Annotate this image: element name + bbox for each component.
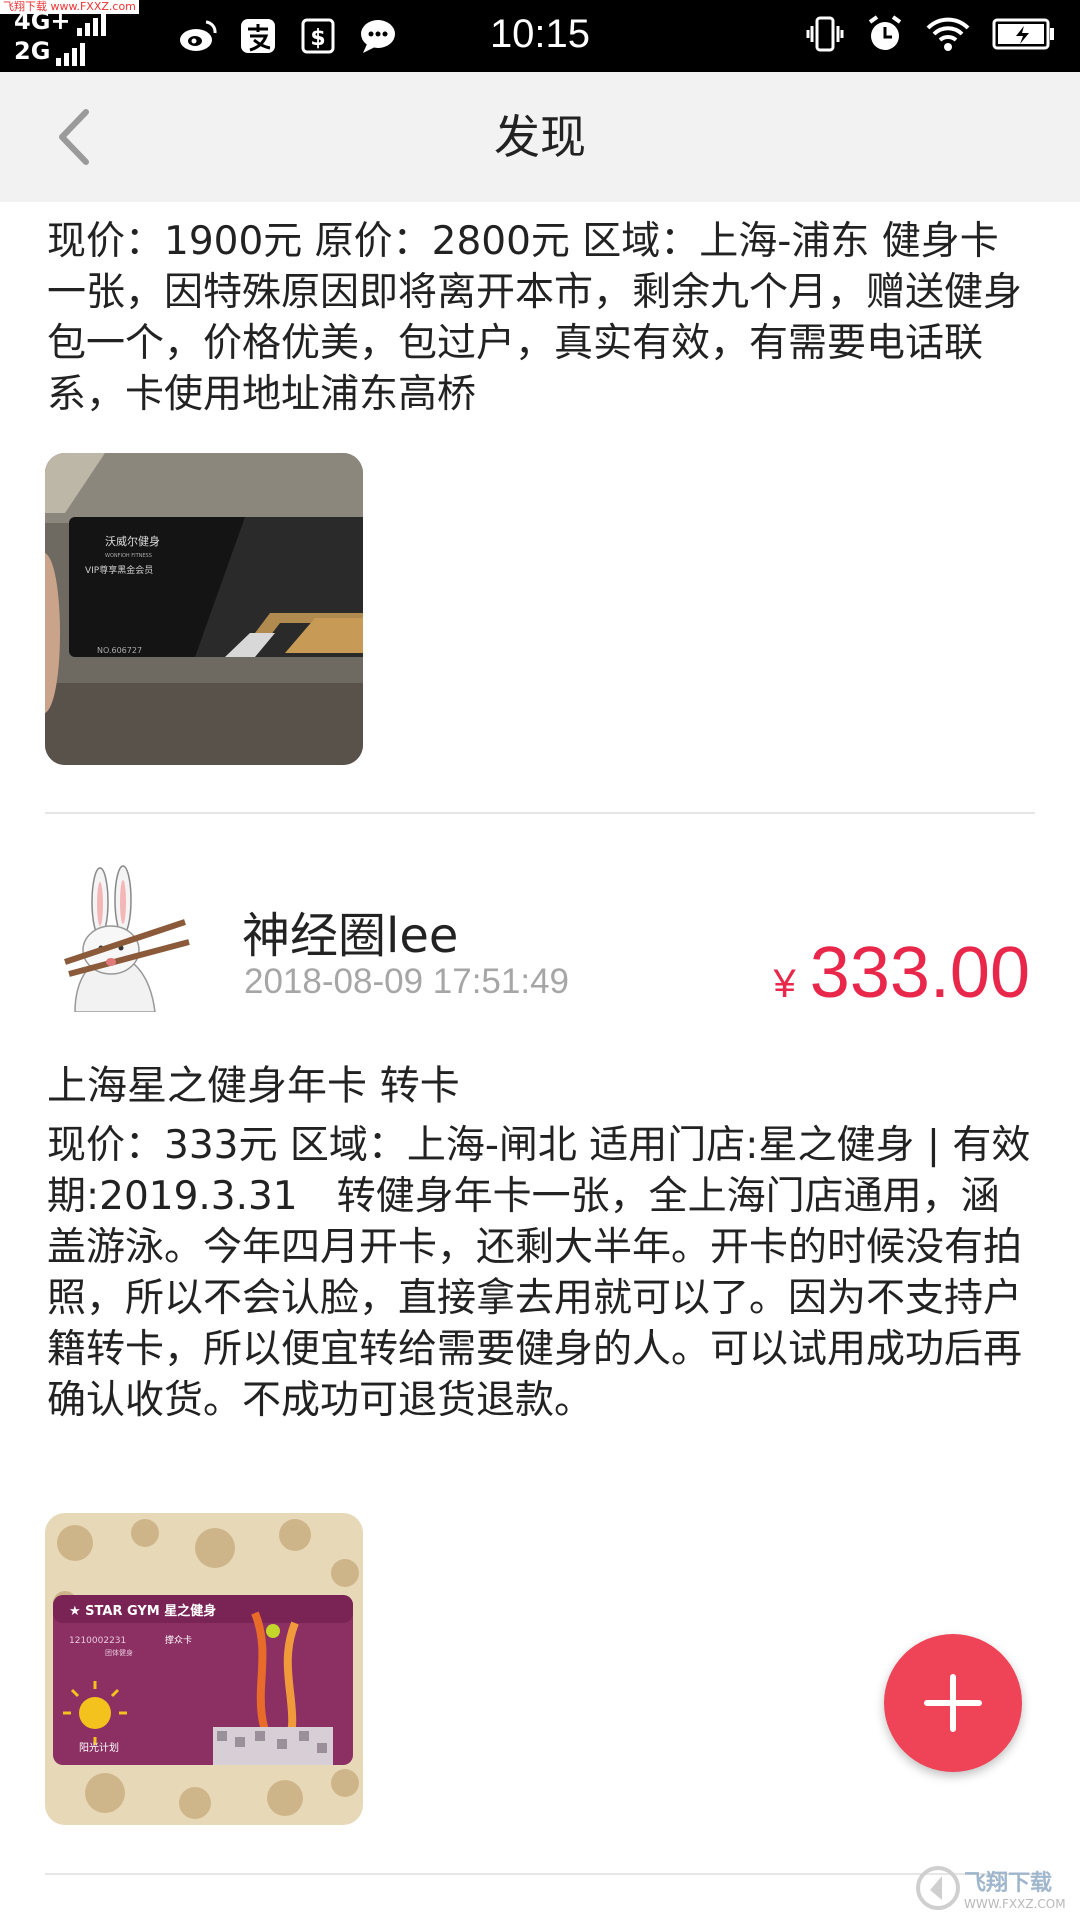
card-number: NO.606727 <box>97 646 142 655</box>
card-brand: 沃威尔健身 <box>105 534 160 548</box>
post-description: 现价：1900元 原价：2800元 区域：上海-浦东 健身卡一张，因特殊原因即将… <box>47 219 1023 417</box>
card-brand: ★ STAR GYM 星之健身 <box>69 1603 216 1619</box>
card-tier: VIP尊享黑金会员 <box>85 564 153 576</box>
user-name: 神经圈lee <box>242 908 459 964</box>
card-number: 1210002231 <box>69 1636 126 1646</box>
card-brand-en: WONFIOH FITNESS <box>105 553 152 559</box>
alarm-icon <box>866 14 904 58</box>
card-sub: 团体健身 <box>105 1648 133 1657</box>
post-divider <box>45 1873 1035 1875</box>
price-tag: ¥ 333.00 <box>774 932 1030 1014</box>
rabbit-avatar-image <box>45 862 195 1012</box>
add-post-button[interactable] <box>884 1634 1022 1772</box>
post-time: 2018-08-09 17:51:49 <box>244 962 569 1001</box>
card-type: 撑众卡 <box>165 1634 192 1646</box>
plus-icon <box>924 1674 982 1732</box>
post-image[interactable]: ★ STAR GYM 星之健身 1210002231 撑众卡 团体健身 阳光计划 <box>45 1513 363 1825</box>
vibrate-icon <box>806 14 844 58</box>
post-divider <box>45 812 1035 814</box>
watermark-text: 飞翔下载 <box>964 1870 1052 1896</box>
post-title: 上海星之健身年卡 转卡 <box>47 1063 460 1109</box>
gym-card-photo: 沃威尔健身 WONFIOH FITNESS VIP尊享黑金会员 NO.60672… <box>45 453 363 765</box>
status-bar: 飞翔下载 www.FXXZ.com 4G+ 2G $ 10:15 <box>0 0 1080 72</box>
price-amount: 333.00 <box>809 933 1030 1013</box>
battery-icon <box>992 17 1056 55</box>
post-description: 现价：333元 区域：上海-闸北 适用门店:星之健身 | 有效期:2019.3.… <box>47 1123 1031 1423</box>
price-currency: ¥ <box>773 962 796 1006</box>
post-image[interactable]: 沃威尔健身 WONFIOH FITNESS VIP尊享黑金会员 NO.60672… <box>45 453 363 765</box>
gym-card-photo: ★ STAR GYM 星之健身 1210002231 撑众卡 团体健身 阳光计划 <box>45 1513 363 1825</box>
watermark-url: WWW.FXXZ.COM <box>964 1897 1066 1911</box>
card-plan: 阳光计划 <box>79 1741 119 1754</box>
avatar[interactable] <box>45 862 195 1012</box>
page-title: 发现 <box>494 110 586 164</box>
nav-header: 发现 <box>0 72 1080 202</box>
wifi-icon <box>926 16 970 56</box>
system-icons <box>806 14 1056 58</box>
watermark-logo: 飞翔下载 WWW.FXXZ.COM <box>916 1858 1076 1916</box>
